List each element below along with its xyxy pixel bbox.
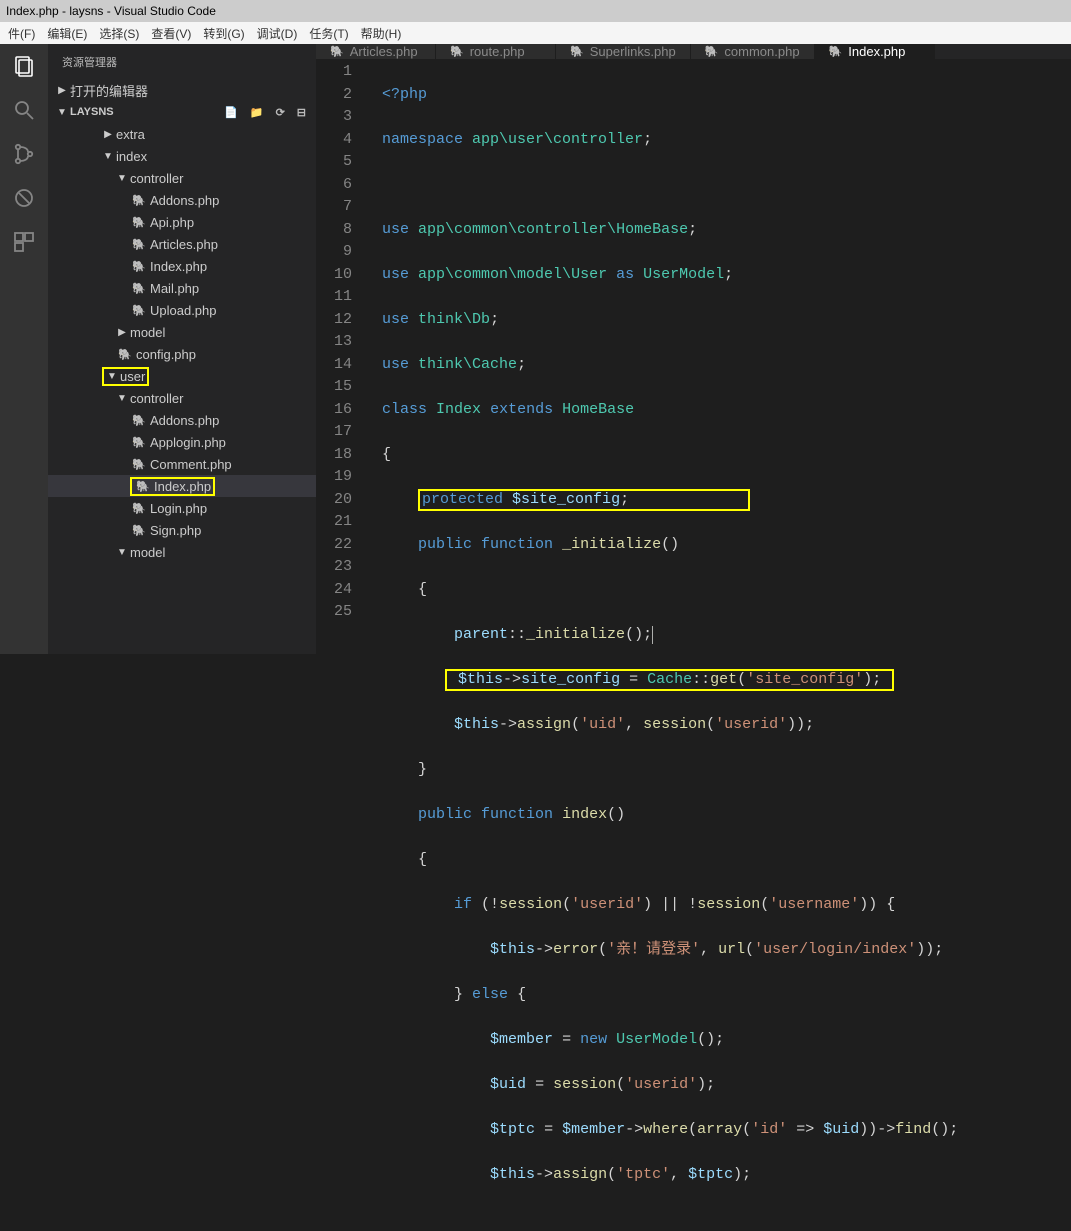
collapse-icon[interactable]: ⊟ — [297, 106, 306, 119]
php-file-icon: 🐘 — [134, 480, 152, 493]
tree-file-addons-php[interactable]: 🐘Addons.php — [48, 189, 316, 211]
menu-edit[interactable]: 编辑(E) — [43, 23, 91, 44]
source-control-icon[interactable] — [10, 140, 38, 168]
open-editors-section[interactable]: ▶ 打开的编辑器 — [48, 79, 316, 101]
explorer-icon[interactable] — [10, 52, 38, 80]
php-file-icon: 🐘 — [130, 458, 148, 471]
php-file-icon: 🐘 — [705, 45, 719, 58]
menu-file[interactable]: 件(F) — [4, 23, 39, 44]
menu-bar: 件(F) 编辑(E) 选择(S) 查看(V) 转到(G) 调试(D) 任务(T)… — [0, 22, 1071, 44]
tab-superlinks-php[interactable]: 🐘Superlinks.php — [556, 44, 691, 59]
php-file-icon: 🐘 — [130, 216, 148, 229]
php-file-icon: 🐘 — [829, 45, 843, 58]
tree-file-applogin-php[interactable]: 🐘Applogin.php — [48, 431, 316, 453]
php-file-icon: 🐘 — [116, 348, 134, 361]
tab-index-php[interactable]: 🐘Index.php — [815, 44, 935, 59]
highlight-cache-get: $this->site_config = Cache::get('site_co… — [445, 669, 894, 691]
php-file-icon: 🐘 — [130, 502, 148, 515]
menu-debug[interactable]: 调试(D) — [253, 23, 302, 44]
code-content[interactable]: <?php namespace app\user\controller; use… — [370, 59, 1071, 1231]
php-file-icon: 🐘 — [130, 304, 148, 317]
tree-folder-controller[interactable]: ▼controller — [48, 167, 316, 189]
explorer-header: 资源管理器 — [48, 44, 316, 79]
tree-folder-model[interactable]: ▶model — [48, 321, 316, 343]
window-title: Index.php - laysns - Visual Studio Code — [6, 4, 216, 18]
refresh-icon[interactable]: ⟳ — [276, 106, 285, 119]
tab-common-php[interactable]: 🐘common.php — [691, 44, 815, 59]
chevron-right-icon: ▶ — [56, 85, 68, 96]
tree-file-login-php[interactable]: 🐘Login.php — [48, 497, 316, 519]
tree-file-sign-php[interactable]: 🐘Sign.php — [48, 519, 316, 541]
file-tree[interactable]: ▶ 打开的编辑器 ▼ LAYSNS 📄 📁 ⟳ ⊟ ▶extra▼index▼c… — [48, 79, 316, 654]
chevron-right-icon: ▶ — [102, 129, 114, 140]
menu-tasks[interactable]: 任务(T) — [305, 23, 352, 44]
chevron-down-icon: ▼ — [116, 393, 128, 404]
menu-help[interactable]: 帮助(H) — [357, 23, 406, 44]
tree-folder-controller[interactable]: ▼controller — [48, 387, 316, 409]
php-file-icon: 🐘 — [130, 436, 148, 449]
tree-file-config-php[interactable]: 🐘config.php — [48, 343, 316, 365]
tree-file-api-php[interactable]: 🐘Api.php — [48, 211, 316, 233]
php-file-icon: 🐘 — [130, 524, 148, 537]
sidebar: 资源管理器 ▶ 打开的编辑器 ▼ LAYSNS 📄 📁 ⟳ ⊟ ▶extra▼i… — [48, 44, 316, 654]
debug-icon[interactable] — [10, 184, 38, 212]
extensions-icon[interactable] — [10, 228, 38, 256]
chevron-down-icon: ▼ — [56, 107, 68, 118]
php-file-icon: 🐘 — [330, 45, 344, 58]
php-file-icon: 🐘 — [130, 260, 148, 273]
editor-area: 🐘Articles.php🐘route.php🐘Superlinks.php🐘c… — [316, 44, 1071, 654]
tab-articles-php[interactable]: 🐘Articles.php — [316, 44, 436, 59]
tree-folder-model[interactable]: ▼model — [48, 541, 316, 563]
php-file-icon: 🐘 — [130, 282, 148, 295]
chevron-down-icon: ▼ — [106, 371, 118, 382]
title-bar: Index.php - laysns - Visual Studio Code — [0, 0, 1071, 22]
search-icon[interactable] — [10, 96, 38, 124]
chevron-down-icon: ▼ — [116, 547, 128, 558]
php-file-icon: 🐘 — [130, 194, 148, 207]
chevron-down-icon: ▼ — [102, 151, 114, 162]
menu-goto[interactable]: 转到(G) — [199, 23, 248, 44]
tree-file-comment-php[interactable]: 🐘Comment.php — [48, 453, 316, 475]
main-layout: 资源管理器 ▶ 打开的编辑器 ▼ LAYSNS 📄 📁 ⟳ ⊟ ▶extra▼i… — [0, 44, 1071, 654]
php-file-icon: 🐘 — [450, 45, 464, 58]
tree-folder-index[interactable]: ▼index — [48, 145, 316, 167]
explorer-title: 资源管理器 — [62, 54, 117, 70]
tree-file-index-php[interactable]: 🐘Index.php — [48, 255, 316, 277]
tree-folder-user[interactable]: ▼user — [48, 365, 316, 387]
chevron-right-icon: ▶ — [116, 327, 128, 338]
project-section[interactable]: ▼ LAYSNS 📄 📁 ⟳ ⊟ — [48, 101, 316, 123]
chevron-down-icon: ▼ — [116, 173, 128, 184]
code-editor[interactable]: 1234567891011121314151617181920212223242… — [316, 59, 1071, 1231]
new-file-icon[interactable]: 📄 — [224, 106, 238, 119]
menu-view[interactable]: 查看(V) — [147, 23, 195, 44]
php-file-icon: 🐘 — [570, 45, 584, 58]
activity-bar — [0, 44, 48, 654]
tab-bar: 🐘Articles.php🐘route.php🐘Superlinks.php🐘c… — [316, 44, 1071, 59]
line-numbers: 1234567891011121314151617181920212223242… — [316, 59, 370, 1231]
tree-file-articles-php[interactable]: 🐘Articles.php — [48, 233, 316, 255]
tree-file-upload-php[interactable]: 🐘Upload.php — [48, 299, 316, 321]
tab-route-php[interactable]: 🐘route.php — [436, 44, 556, 59]
tree-file-mail-php[interactable]: 🐘Mail.php — [48, 277, 316, 299]
php-file-icon: 🐘 — [130, 238, 148, 251]
tree-file-index-php[interactable]: 🐘Index.php — [48, 475, 316, 497]
new-folder-icon[interactable]: 📁 — [250, 106, 264, 119]
menu-select[interactable]: 选择(S) — [95, 23, 143, 44]
highlight-protected-property: protected $site_config; — [418, 489, 750, 511]
tree-folder-extra[interactable]: ▶extra — [48, 123, 316, 145]
tree-file-addons-php[interactable]: 🐘Addons.php — [48, 409, 316, 431]
php-file-icon: 🐘 — [130, 414, 148, 427]
